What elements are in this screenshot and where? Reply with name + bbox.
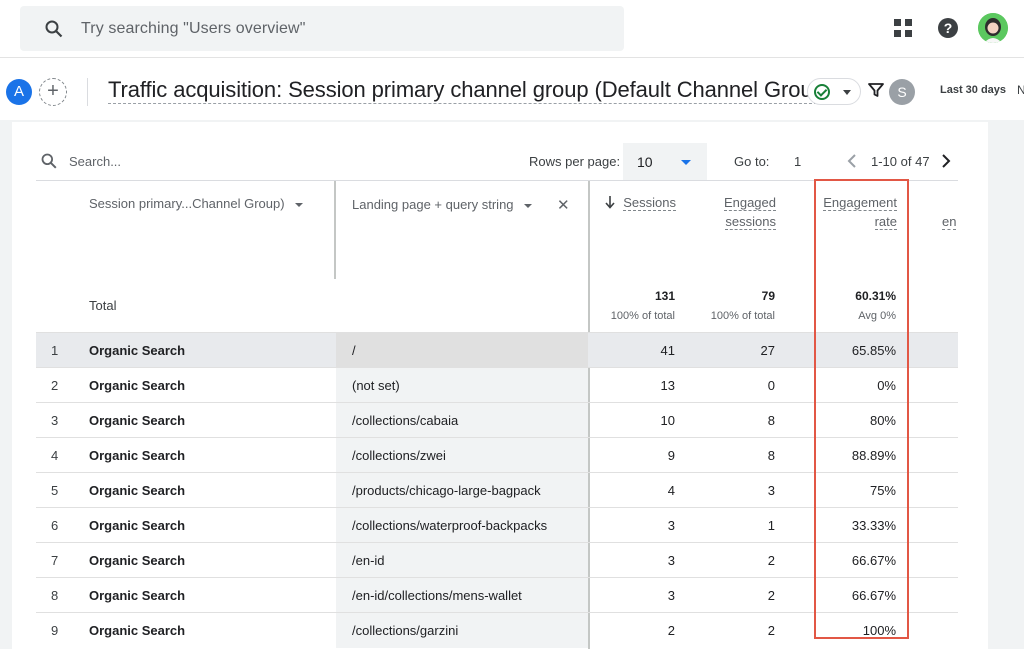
sessions-cell: 3: [667, 518, 675, 533]
row-index: 8: [51, 588, 59, 603]
chevron-down-icon: [843, 90, 851, 95]
date-range-truncated: N: [1017, 83, 1024, 97]
header-divider: [87, 78, 88, 106]
sessions-cell: 3: [667, 553, 675, 568]
rows-per-page-label: Rows per page:: [529, 154, 621, 169]
landing-page-cell[interactable]: /collections/garzini: [352, 623, 458, 638]
help-icon[interactable]: ?: [938, 18, 958, 38]
search-icon: [45, 20, 63, 38]
next-page-icon[interactable]: [940, 153, 952, 169]
landing-page-cell[interactable]: /products/chicago-large-bagpack: [352, 483, 541, 498]
total-row-label: Total: [89, 298, 117, 313]
table-search-input[interactable]: Search...: [69, 154, 121, 169]
right-scroll-strip[interactable]: [988, 122, 1024, 649]
row-index: 3: [51, 413, 59, 428]
landing-page-cell[interactable]: /collections/waterproof-backpacks: [352, 518, 547, 533]
sessions-cell: 3: [667, 588, 675, 603]
check-circle-icon: [814, 84, 830, 100]
goto-page-input[interactable]: 1: [794, 154, 801, 169]
channel-cell[interactable]: Organic Search: [89, 483, 185, 498]
filter-icon[interactable]: [868, 82, 884, 98]
engaged-cell: 8: [767, 448, 775, 463]
total-sessions: 131: [654, 289, 675, 303]
dimension1-header-label: Session primary...Channel Group): [89, 196, 285, 211]
sessions-cell: 13: [660, 378, 675, 393]
row-index: 4: [51, 448, 59, 463]
landing-page-cell[interactable]: /en-id: [352, 553, 385, 568]
row-index: 7: [51, 553, 59, 568]
apps-grid-icon[interactable]: [894, 19, 912, 37]
total-engaged: 79: [761, 289, 775, 303]
report-status-dropdown[interactable]: [807, 78, 861, 105]
prev-page-icon[interactable]: [846, 153, 858, 169]
engaged-cell: 0: [767, 378, 775, 393]
landing-page-cell[interactable]: (not set): [352, 378, 400, 393]
channel-cell[interactable]: Organic Search: [89, 553, 185, 568]
rows-per-page-value: 10: [637, 154, 653, 170]
engaged-sessions-header[interactable]: Engaged sessions: [700, 193, 776, 231]
landing-page-cell[interactable]: /: [352, 343, 356, 358]
dimension2-header-label: Landing page + query string: [352, 197, 514, 212]
sessions-cell: 41: [660, 343, 675, 358]
sessions-cell: 10: [660, 413, 675, 428]
total-sessions-sub: 100% of total: [610, 310, 675, 322]
engaged-cell: 8: [767, 413, 775, 428]
landing-page-cell-bg: [336, 333, 588, 368]
sort-descending-icon[interactable]: [605, 195, 615, 209]
channel-cell[interactable]: Organic Search: [89, 378, 185, 393]
engaged-cell: 27: [760, 343, 775, 358]
row-index: 9: [51, 623, 59, 638]
engaged-cell: 3: [767, 483, 775, 498]
channel-cell[interactable]: Organic Search: [89, 413, 185, 428]
top-app-bar: Try searching "Users overview" ?: [0, 0, 1024, 58]
global-search-placeholder[interactable]: Try searching "Users overview": [81, 20, 306, 38]
dimension1-header[interactable]: Session primary...Channel Group): [89, 196, 303, 211]
channel-cell[interactable]: Organic Search: [89, 448, 185, 463]
sessions-header-label: Sessions: [623, 195, 676, 211]
remove-dimension-icon[interactable]: ✕: [557, 196, 570, 214]
global-search-box[interactable]: Try searching "Users overview": [20, 6, 624, 51]
next-metric-header[interactable]: en: [942, 212, 960, 231]
rows-per-page-select[interactable]: 10: [623, 143, 707, 181]
engaged-cell: 2: [767, 588, 775, 603]
next-metric-header-label: en: [942, 214, 957, 230]
sessions-header[interactable]: Sessions: [616, 193, 676, 212]
date-range-label[interactable]: Last 30 days: [940, 84, 1006, 96]
dropdown-caret-icon[interactable]: [523, 203, 532, 208]
engagement-rate-highlight-box: [814, 179, 909, 639]
account-avatar[interactable]: [978, 13, 1008, 43]
user-badge-s[interactable]: S: [889, 79, 915, 105]
page-range-label: 1-10 of 47: [871, 154, 930, 169]
sessions-cell: 9: [667, 448, 675, 463]
channel-cell[interactable]: Organic Search: [89, 588, 185, 603]
engaged-cell: 1: [767, 518, 775, 533]
report-title[interactable]: Traffic acquisition: Session primary cha…: [108, 77, 832, 104]
channel-cell[interactable]: Organic Search: [89, 623, 185, 638]
row-index: 1: [51, 343, 59, 358]
engaged-header-line2: sessions: [725, 214, 776, 230]
engaged-cell: 2: [767, 553, 775, 568]
landing-page-cell[interactable]: /collections/zwei: [352, 448, 446, 463]
table-search-icon: [41, 153, 57, 169]
row-index: 2: [51, 378, 59, 393]
row-index: 6: [51, 518, 59, 533]
engaged-cell: 2: [767, 623, 775, 638]
goto-label: Go to:: [734, 154, 770, 169]
sessions-cell: 4: [667, 483, 675, 498]
landing-page-cell[interactable]: /en-id/collections/mens-wallet: [352, 588, 522, 603]
row-index: 5: [51, 483, 59, 498]
account-avatar-illustration: [978, 13, 1008, 43]
landing-page-cell[interactable]: /collections/cabaia: [352, 413, 458, 428]
add-comparison-button[interactable]: +: [39, 78, 67, 106]
column-divider[interactable]: [334, 181, 336, 279]
comparison-badge-a[interactable]: A: [6, 79, 32, 105]
dimension2-header[interactable]: Landing page + query string: [352, 197, 532, 212]
engaged-header-line1: Engaged: [723, 195, 776, 211]
channel-cell[interactable]: Organic Search: [89, 343, 185, 358]
channel-cell[interactable]: Organic Search: [89, 518, 185, 533]
dropdown-caret-icon[interactable]: [294, 202, 303, 207]
total-engaged-sub: 100% of total: [710, 310, 775, 322]
sessions-cell: 2: [667, 623, 675, 638]
chevron-down-icon: [681, 160, 691, 165]
